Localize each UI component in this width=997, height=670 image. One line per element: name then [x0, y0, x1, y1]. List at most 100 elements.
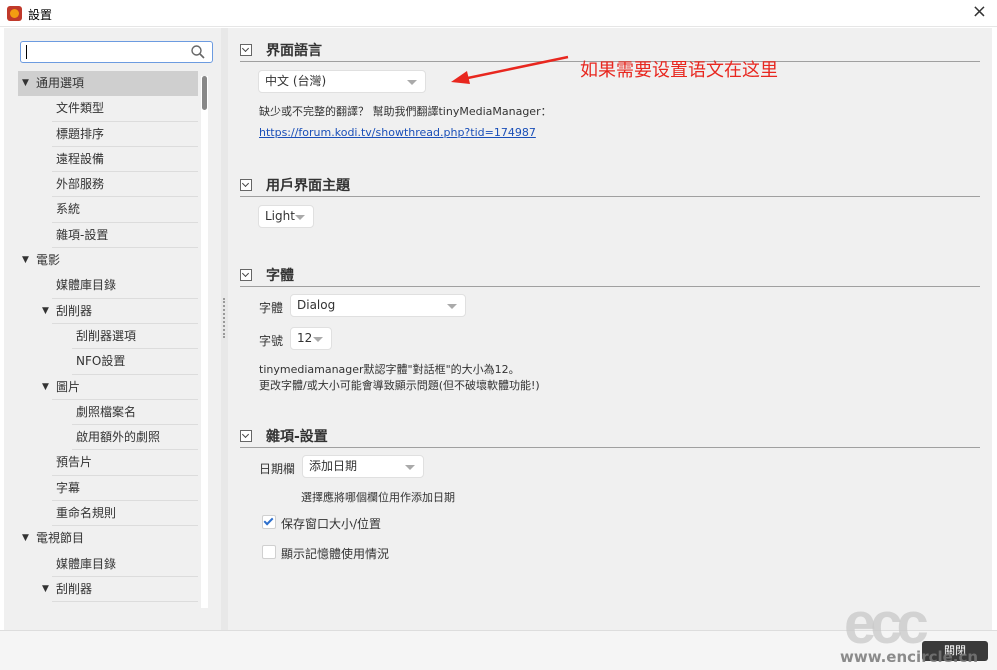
scrollbar-thumb[interactable] [202, 76, 207, 110]
font-size-select[interactable]: 12 [290, 327, 332, 350]
tree-item-label: 文件類型 [56, 101, 105, 116]
tree-item[interactable]: 雜項-設置 [18, 223, 198, 249]
settings-navigation-panel: ▼ 通用選項文件類型標題排序遠程設備外部服務系統雜項-設置 ▼ 電影媒體庫目錄 ▼ 刮削器… [4, 28, 222, 630]
check-icon [263, 515, 274, 526]
font-size-label: 字號 [259, 334, 284, 348]
close-icon[interactable]: × [972, 2, 987, 22]
date-field-help: 選擇應將哪個欄位用作添加日期 [301, 491, 455, 504]
chevron-down-icon [295, 215, 305, 220]
tree-item[interactable]: 媒體庫目錄 [18, 273, 198, 299]
save-window-checkbox[interactable] [262, 515, 276, 529]
language-select[interactable]: 中文 (台灣) [258, 70, 426, 93]
search-input[interactable] [20, 41, 213, 63]
settings-tree: ▼ 通用選項文件類型標題排序遠程設備外部服務系統雜項-設置 ▼ 電影媒體庫目錄 ▼ 刮削器… [18, 71, 198, 603]
tree-item[interactable]: 系統 [18, 197, 198, 224]
misc-section-header: 雜項-設置 [240, 426, 980, 448]
translation-forum-link[interactable]: https://forum.kodi.tv/showthread.php?tid… [259, 126, 536, 139]
tree-item[interactable]: ▼ 電影 [18, 248, 198, 273]
collapse-toggle-icon[interactable] [240, 44, 252, 56]
tree-item[interactable]: ▼ 刮削器 [18, 577, 198, 603]
tree-item-label: 預告片 [56, 455, 93, 470]
expand-arrow-icon[interactable]: ▼ [42, 577, 49, 602]
chevron-down-icon [313, 337, 323, 342]
tree-item[interactable]: ▼ 通用選項 [18, 71, 198, 97]
tree-item[interactable]: 媒體庫目錄 [18, 552, 198, 578]
tree-item-label: 圖片 [56, 379, 81, 394]
collapse-toggle-icon[interactable] [240, 269, 252, 281]
tree-item-label: 通用選項 [36, 76, 85, 90]
font-size-value: 12 [297, 331, 313, 345]
theme-section-header: 用戶界面主題 [240, 175, 980, 197]
search-icon[interactable] [190, 44, 206, 60]
panel-splitter[interactable] [221, 28, 228, 630]
tree-item-label: NFO設置 [76, 354, 126, 369]
tree-item-label: 電視節目 [36, 531, 85, 546]
text-caret [26, 45, 27, 59]
tree-item-label: 刮削器 [56, 303, 93, 318]
tree-item-label: 刮削器 [56, 581, 93, 596]
tree-item-label: 重命名規則 [56, 506, 117, 521]
tree-item[interactable]: 劇照檔案名 [18, 400, 198, 426]
font-default-note: tinymediamanager默認字體"對話框"的大小為12。 [259, 363, 520, 376]
splitter-grip[interactable] [223, 298, 226, 338]
tree-item-label: 媒體庫目錄 [56, 278, 117, 293]
collapse-toggle-icon[interactable] [240, 179, 252, 191]
tree-item[interactable]: ▼ 刮削器 [18, 299, 198, 325]
misc-section-title: 雜項-設置 [266, 429, 328, 445]
tree-scrollbar[interactable] [201, 76, 208, 608]
tree-item[interactable]: NFO設置 [18, 349, 198, 375]
tree-item-label: 遠程設備 [56, 151, 105, 166]
chevron-down-icon [405, 465, 415, 470]
font-family-label: 字體 [259, 301, 284, 315]
theme-select-value: Light [265, 209, 295, 223]
title-bar: 設置 × [0, 0, 997, 27]
expand-arrow-icon[interactable]: ▼ [22, 248, 29, 273]
expand-arrow-icon[interactable]: ▼ [42, 375, 49, 400]
font-section-title: 字體 [266, 268, 294, 284]
tree-item[interactable]: 字幕 [18, 476, 198, 502]
show-memory-checkbox[interactable] [262, 545, 276, 559]
window-title: 設置 [28, 8, 53, 22]
tree-item[interactable]: 標題排序 [18, 122, 198, 148]
tree-item-label: 媒體庫目錄 [56, 556, 117, 571]
chevron-down-icon [447, 304, 457, 309]
save-window-label: 保存窗口大小/位置 [281, 517, 382, 531]
date-field-label: 日期欄 [259, 462, 296, 476]
font-warning-note: 更改字體/或大小可能會導致顯示問題(但不破壞軟體功能!) [259, 379, 540, 392]
tree-item[interactable]: ▼ 電視節目 [18, 526, 198, 551]
tree-item[interactable]: ▼ 圖片 [18, 375, 198, 401]
watermark-url: www.encircle.cn [840, 648, 979, 666]
tree-item-label: 刮削器選項 [76, 328, 137, 343]
expand-arrow-icon[interactable]: ▼ [22, 526, 29, 551]
tree-item-label: 字幕 [56, 480, 81, 495]
tree-item[interactable]: 刮削器選項 [18, 324, 198, 350]
tree-item[interactable]: 預告片 [18, 450, 198, 477]
font-family-select[interactable]: Dialog [290, 294, 466, 317]
tree-item[interactable]: 啟用額外的劇照 [18, 425, 198, 451]
tree-item-label: 標題排序 [56, 126, 105, 141]
app-logo-icon [7, 6, 22, 21]
date-field-select[interactable]: 添加日期 [302, 455, 424, 478]
expand-arrow-icon[interactable]: ▼ [42, 299, 49, 324]
expand-arrow-icon[interactable]: ▼ [22, 71, 29, 96]
settings-content: 界面語言 中文 (台灣) 缺少或不完整的翻譯？ 幫助我們翻譯tinyMediaM… [228, 28, 992, 630]
tree-item[interactable]: 外部服務 [18, 172, 198, 198]
chevron-down-icon [407, 80, 417, 85]
watermark-logo: ecc [844, 591, 929, 656]
tree-item[interactable]: 遠程設備 [18, 147, 198, 173]
collapse-toggle-icon[interactable] [240, 430, 252, 442]
tree-item-label: 劇照檔案名 [76, 404, 137, 419]
font-family-value: Dialog [297, 298, 336, 312]
tree-item-label: 電影 [36, 253, 61, 268]
tree-item-label: 系統 [56, 202, 81, 217]
tree-item[interactable]: 重命名規則 [18, 501, 198, 527]
date-field-value: 添加日期 [309, 459, 358, 473]
show-memory-label: 顯示記憶體使用情況 [281, 547, 390, 561]
annotation-arrow-icon [451, 55, 569, 84]
tree-item-label: 雜項-設置 [56, 227, 109, 242]
theme-section-title: 用戶界面主題 [266, 178, 350, 194]
language-select-value: 中文 (台灣) [265, 74, 327, 88]
tree-item-label: 啟用額外的劇照 [76, 430, 161, 445]
tree-item[interactable]: 文件類型 [18, 96, 198, 122]
theme-select[interactable]: Light [258, 205, 314, 228]
